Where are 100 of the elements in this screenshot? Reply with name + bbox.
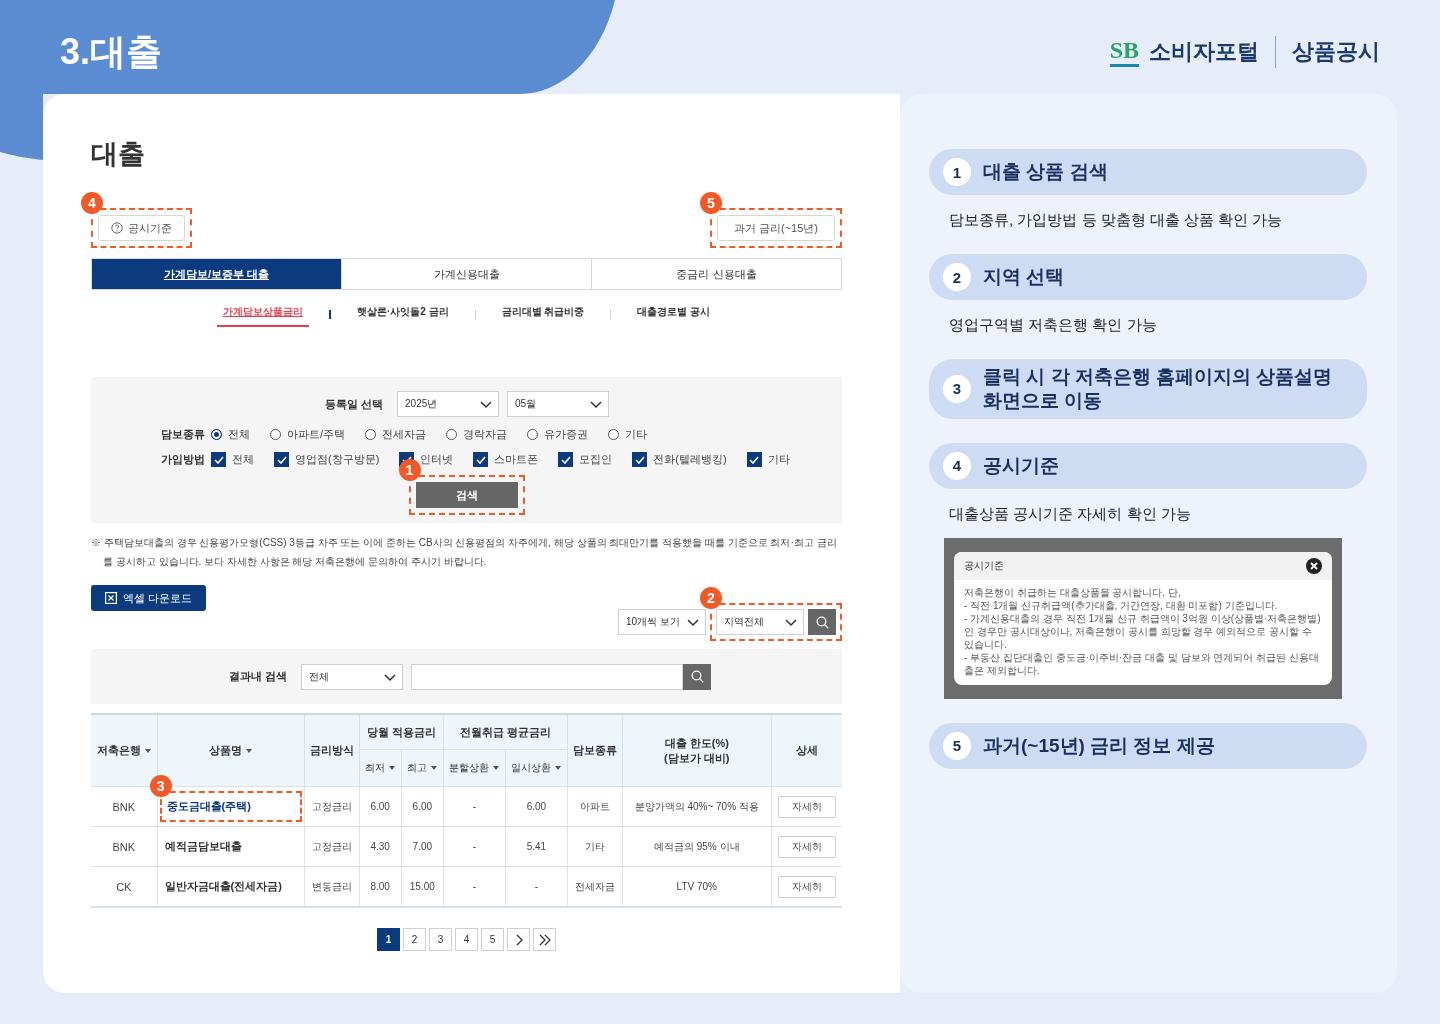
product-link[interactable]: 예적금담보대출 [164,840,242,852]
filter-label: 담보종류 [161,427,205,442]
checkmark-icon [749,455,760,464]
step-number: 3 [943,374,971,403]
chevron-down-icon [785,619,797,627]
page-button[interactable]: 3 [429,928,452,951]
sub-tab[interactable]: 가계담보상품금리 [216,302,309,327]
modal-text: - 부동산 집단대출인 중도금·이주비·잔금 대출 및 담보와 연계되어 취급된 신용대출은 제외합니다. [964,650,1320,677]
column-group-header: 당월 적용금리 [366,725,436,738]
criteria-button[interactable]: 공시기준 [98,215,185,241]
option-label: 기타 [625,427,648,442]
page-button[interactable]: 5 [481,928,504,951]
year-select[interactable]: 2025년 [397,391,500,417]
chevron-down-icon [480,401,493,409]
region-select[interactable]: 지역전체 [716,609,804,635]
callout-badge: 5 [699,192,722,214]
spreadsheet-icon [105,592,117,604]
month-select[interactable]: 05월 [507,391,610,417]
checkbox[interactable] [632,452,648,467]
table-cell: 고정금리 [304,786,360,827]
table-cell: 기타 [567,826,623,867]
sub-tab[interactable]: 금리대별 취급비중 [495,302,591,327]
checkbox[interactable] [211,452,226,467]
page-button[interactable]: 2 [403,928,426,951]
guide-description: 대출상품 공시기준 자세히 확인 가능 [949,504,1192,524]
checkbox[interactable] [558,452,574,467]
option-label: 인터넷 [420,452,454,467]
page-button[interactable]: 1 [377,928,400,951]
table-cell: 6.00 [401,786,444,827]
column-group-header: 전월취급 평균금리 [459,725,551,738]
radio-button[interactable] [211,429,222,440]
tab[interactable]: 가계담보/보증부 대출 [92,259,341,289]
close-icon [1306,557,1322,574]
checkmark-icon [634,455,645,464]
sub-tab[interactable]: 햇살론·사잇돌2 금리 [350,302,455,327]
search-button[interactable]: 검색 [415,482,518,508]
radio-button[interactable] [270,429,281,440]
sortable-header[interactable]: 저축은행 [96,743,151,758]
checkmark-icon [560,455,571,464]
guide-title: 지역 선택 [983,265,1065,289]
step-number: 5 [943,731,971,760]
chevron-down-icon [384,673,397,682]
radio-button[interactable] [446,429,458,440]
search-button[interactable] [808,609,836,635]
option-label: 전화(텔레뱅킹) [653,452,727,467]
checkmark-icon [276,455,287,464]
option-label: 전세자금 [382,427,427,442]
checkmark-icon [475,455,486,464]
scope-select[interactable]: 전체 [301,663,404,690]
table-cell: LTV 70% [622,866,772,907]
option-label: 스마트폰 [494,452,539,467]
search-icon [815,615,829,629]
search-field[interactable] [411,663,684,690]
search-button[interactable] [683,663,712,690]
modal-text: - 가계신용대출의 경우 직전 1개월 신규 취급액이 3억원 이상(상품별·저축은행별) 인 경우만 공시대상이나, 저축은행이 공시를 희망할 경우 예외적으로 공시할 수 있습니다. [964,611,1322,651]
last-page-button[interactable] [533,928,556,951]
product-link[interactable]: 일반자금대출(전세자금) [164,880,282,892]
filter-label: 결과내 검색 [229,669,288,684]
table-cell: 분양가액의 40%~ 70% 적용 [622,786,772,827]
callout-badge: 4 [81,192,103,214]
past-rates-button[interactable]: 과거 금리(~15년) [716,215,835,241]
option-label: 전체 [228,427,250,442]
guide-title: 공시기준 [983,453,1059,478]
sortable-header[interactable]: 상품명 [209,743,253,758]
table-cell: 변동금리 [304,866,360,907]
column-header: 금리방식 [309,743,354,758]
table-cell: - [443,866,506,907]
detail-button[interactable]: 자세히 [777,875,836,898]
sort-caret-icon [389,766,396,770]
option-label: 모집인 [579,452,613,467]
table-cell: 예적금의 95% 이내 [622,826,772,867]
modal-text: - 직전 1개월 신규취급액(추가대출, 기간연장, 대환 미포함) 기준입니다. [964,598,1279,612]
checkbox[interactable] [746,452,762,467]
chevron-down-icon [687,619,699,627]
chevron-down-icon [590,401,603,409]
section-name: 상품공시 [1292,38,1380,66]
filter-label: 가입방법 [161,452,205,467]
sub-tab[interactable]: 대출경로별 공시 [631,302,717,327]
help-icon [111,222,123,234]
guide-title: 대출 상품 검색 [983,160,1108,184]
double-chevron-right-icon [537,933,552,946]
page-size-select[interactable]: 10개씩 보기 [618,609,706,635]
radio-button[interactable] [608,429,620,440]
checkbox[interactable] [274,452,289,467]
excel-download-button[interactable]: 엑셀 다운로드 [91,585,207,611]
sort-caret-icon [246,748,253,753]
table-cell: - [443,786,506,827]
radio-button[interactable] [527,429,539,440]
logo: SB [1109,37,1139,67]
radio-button[interactable] [365,429,377,440]
product-link[interactable]: 중도금대출(주택) [166,800,251,812]
page-button[interactable]: 4 [455,928,478,951]
table-cell: - [505,866,568,907]
table-cell: 6.00 [359,786,402,827]
detail-button[interactable]: 자세히 [777,835,836,858]
option-label: 영업점(창구방문) [295,452,380,467]
checkbox[interactable] [473,452,489,467]
column-header: 상세 [795,743,818,758]
table-cell: - [443,826,506,867]
detail-button[interactable]: 자세히 [777,795,836,818]
